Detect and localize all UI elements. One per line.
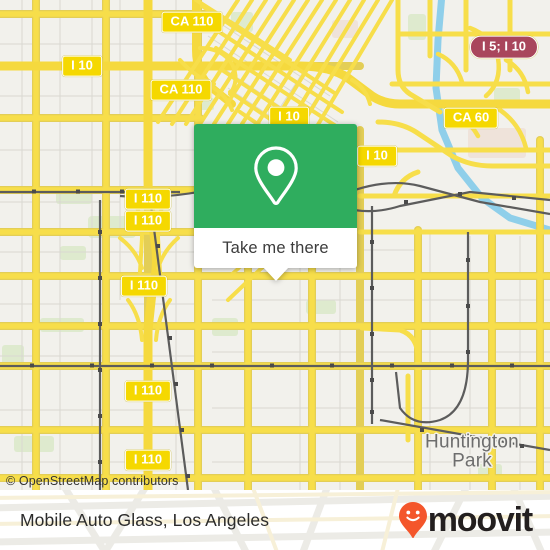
moovit-wordmark: moovit <box>427 501 533 539</box>
location-callout-card[interactable]: Take me there <box>194 124 357 281</box>
osm-attribution[interactable]: © OpenStreetMap contributors <box>6 474 179 488</box>
highway-shield: I 110 <box>124 210 172 232</box>
map-pin-icon <box>253 146 298 205</box>
highway-shield: I 110 <box>124 449 172 471</box>
moovit-map-screenshot: CA 110 I 5; I 10 I 10 CA 110 I 10 CA 60 I 10 I … <box>0 0 550 550</box>
moovit-pin-smile-icon <box>398 502 427 538</box>
map-canvas[interactable]: CA 110 I 5; I 10 I 10 CA 110 I 10 CA 60 I 10 I … <box>0 0 550 490</box>
place-title: Mobile Auto Glass, Los Angeles <box>20 509 270 530</box>
place-label: Huntington Park <box>425 431 519 472</box>
moovit-logo[interactable]: moovit <box>398 501 533 539</box>
highway-shield: I 5; I 10 <box>469 35 539 59</box>
highway-shield: CA 60 <box>443 107 499 129</box>
highway-shield: I 110 <box>120 275 168 297</box>
highway-shield: I 10 <box>62 55 102 77</box>
highway-shield: I 110 <box>124 380 172 402</box>
highway-shield: CA 110 <box>161 11 223 33</box>
highway-shield: CA 110 <box>150 79 212 101</box>
highway-shield: I 110 <box>124 188 172 210</box>
place-label-line: Park <box>452 451 492 472</box>
take-me-there-button[interactable]: Take me there <box>194 228 357 268</box>
callout-tail <box>262 267 289 281</box>
callout-header <box>194 124 357 228</box>
place-label-line: Huntington <box>425 431 519 453</box>
highway-shield: I 10 <box>357 145 397 167</box>
footer-bar: Mobile Auto Glass, Los Angeles moovit <box>0 490 550 550</box>
